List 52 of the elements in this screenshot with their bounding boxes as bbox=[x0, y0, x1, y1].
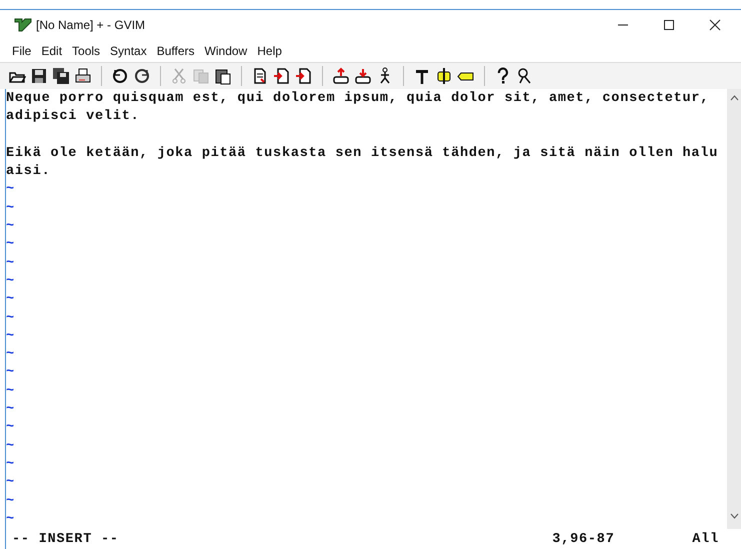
scroll-position: All bbox=[692, 532, 719, 546]
filler-tilde: ~ bbox=[6, 182, 15, 198]
filler-tilde: ~ bbox=[6, 402, 15, 418]
document-arrow-icon[interactable] bbox=[273, 67, 291, 85]
mode-indicator: -- INSERT -- bbox=[12, 532, 120, 546]
save-all-icon[interactable] bbox=[52, 67, 70, 85]
tag-pin-icon[interactable] bbox=[435, 67, 453, 85]
filler-tilde: ~ bbox=[6, 200, 15, 216]
menu-item[interactable]: Window bbox=[204, 44, 248, 58]
maximize-icon[interactable] bbox=[663, 19, 675, 31]
text-line: aisi. bbox=[6, 163, 52, 182]
drive-down-arrow-icon[interactable] bbox=[354, 67, 372, 85]
filler-tilde: ~ bbox=[6, 310, 15, 326]
close-icon[interactable] bbox=[709, 19, 721, 31]
scroll-down-icon[interactable] bbox=[730, 513, 738, 519]
filler-tilde: ~ bbox=[6, 456, 15, 472]
window-title: [No Name] + - GVIM bbox=[36, 18, 146, 32]
undo-icon[interactable] bbox=[111, 67, 129, 85]
vim-logo-icon bbox=[14, 17, 32, 33]
filler-tilde: ~ bbox=[6, 292, 15, 308]
scroll-up-icon[interactable] bbox=[730, 95, 738, 101]
cursor-position: 3,96-87 bbox=[552, 532, 616, 546]
drive-up-arrow-icon[interactable] bbox=[332, 67, 350, 85]
filler-tilde: ~ bbox=[6, 420, 15, 436]
menu-item[interactable]: File bbox=[12, 44, 32, 58]
filler-tilde: ~ bbox=[6, 219, 15, 234]
filler-tilde: ~ bbox=[6, 512, 15, 527]
document-arrow-icon[interactable] bbox=[295, 67, 313, 85]
filler-tilde: ~ bbox=[6, 328, 15, 344]
menu-item[interactable]: Buffers bbox=[156, 44, 195, 58]
filler-tilde: ~ bbox=[6, 384, 15, 399]
print-icon[interactable] bbox=[74, 67, 92, 85]
menu-item[interactable]: Tools bbox=[72, 44, 100, 58]
menu-item[interactable]: Help bbox=[257, 44, 282, 58]
filler-tilde: ~ bbox=[6, 274, 15, 289]
menu-item[interactable]: Syntax bbox=[110, 44, 147, 58]
text-line: adipisci velit. bbox=[6, 108, 141, 126]
filler-tilde: ~ bbox=[6, 237, 15, 252]
redo-icon[interactable] bbox=[133, 67, 151, 85]
text-line: Neque porro quisquam est, qui dolorem ipsum, quia dolor sit, amet, consectetur, bbox=[6, 90, 710, 108]
scrollbar[interactable] bbox=[727, 89, 741, 529]
hammer-icon[interactable] bbox=[413, 67, 431, 85]
filler-tilde: ~ bbox=[6, 347, 15, 362]
text-line: Eikä ole ketään, joka pitää tuskasta sen itsensä tähden, ja sitä näin ollen halu bbox=[6, 144, 720, 163]
save-icon[interactable] bbox=[30, 67, 48, 85]
filler-tilde: ~ bbox=[6, 438, 15, 454]
filler-tilde: ~ bbox=[6, 256, 15, 271]
menu-item[interactable]: Edit bbox=[41, 44, 62, 58]
paste-icon[interactable] bbox=[214, 67, 232, 85]
filler-tilde: ~ bbox=[6, 475, 15, 490]
filler-tilde: ~ bbox=[6, 494, 15, 509]
filler-tilde: ~ bbox=[6, 365, 15, 380]
